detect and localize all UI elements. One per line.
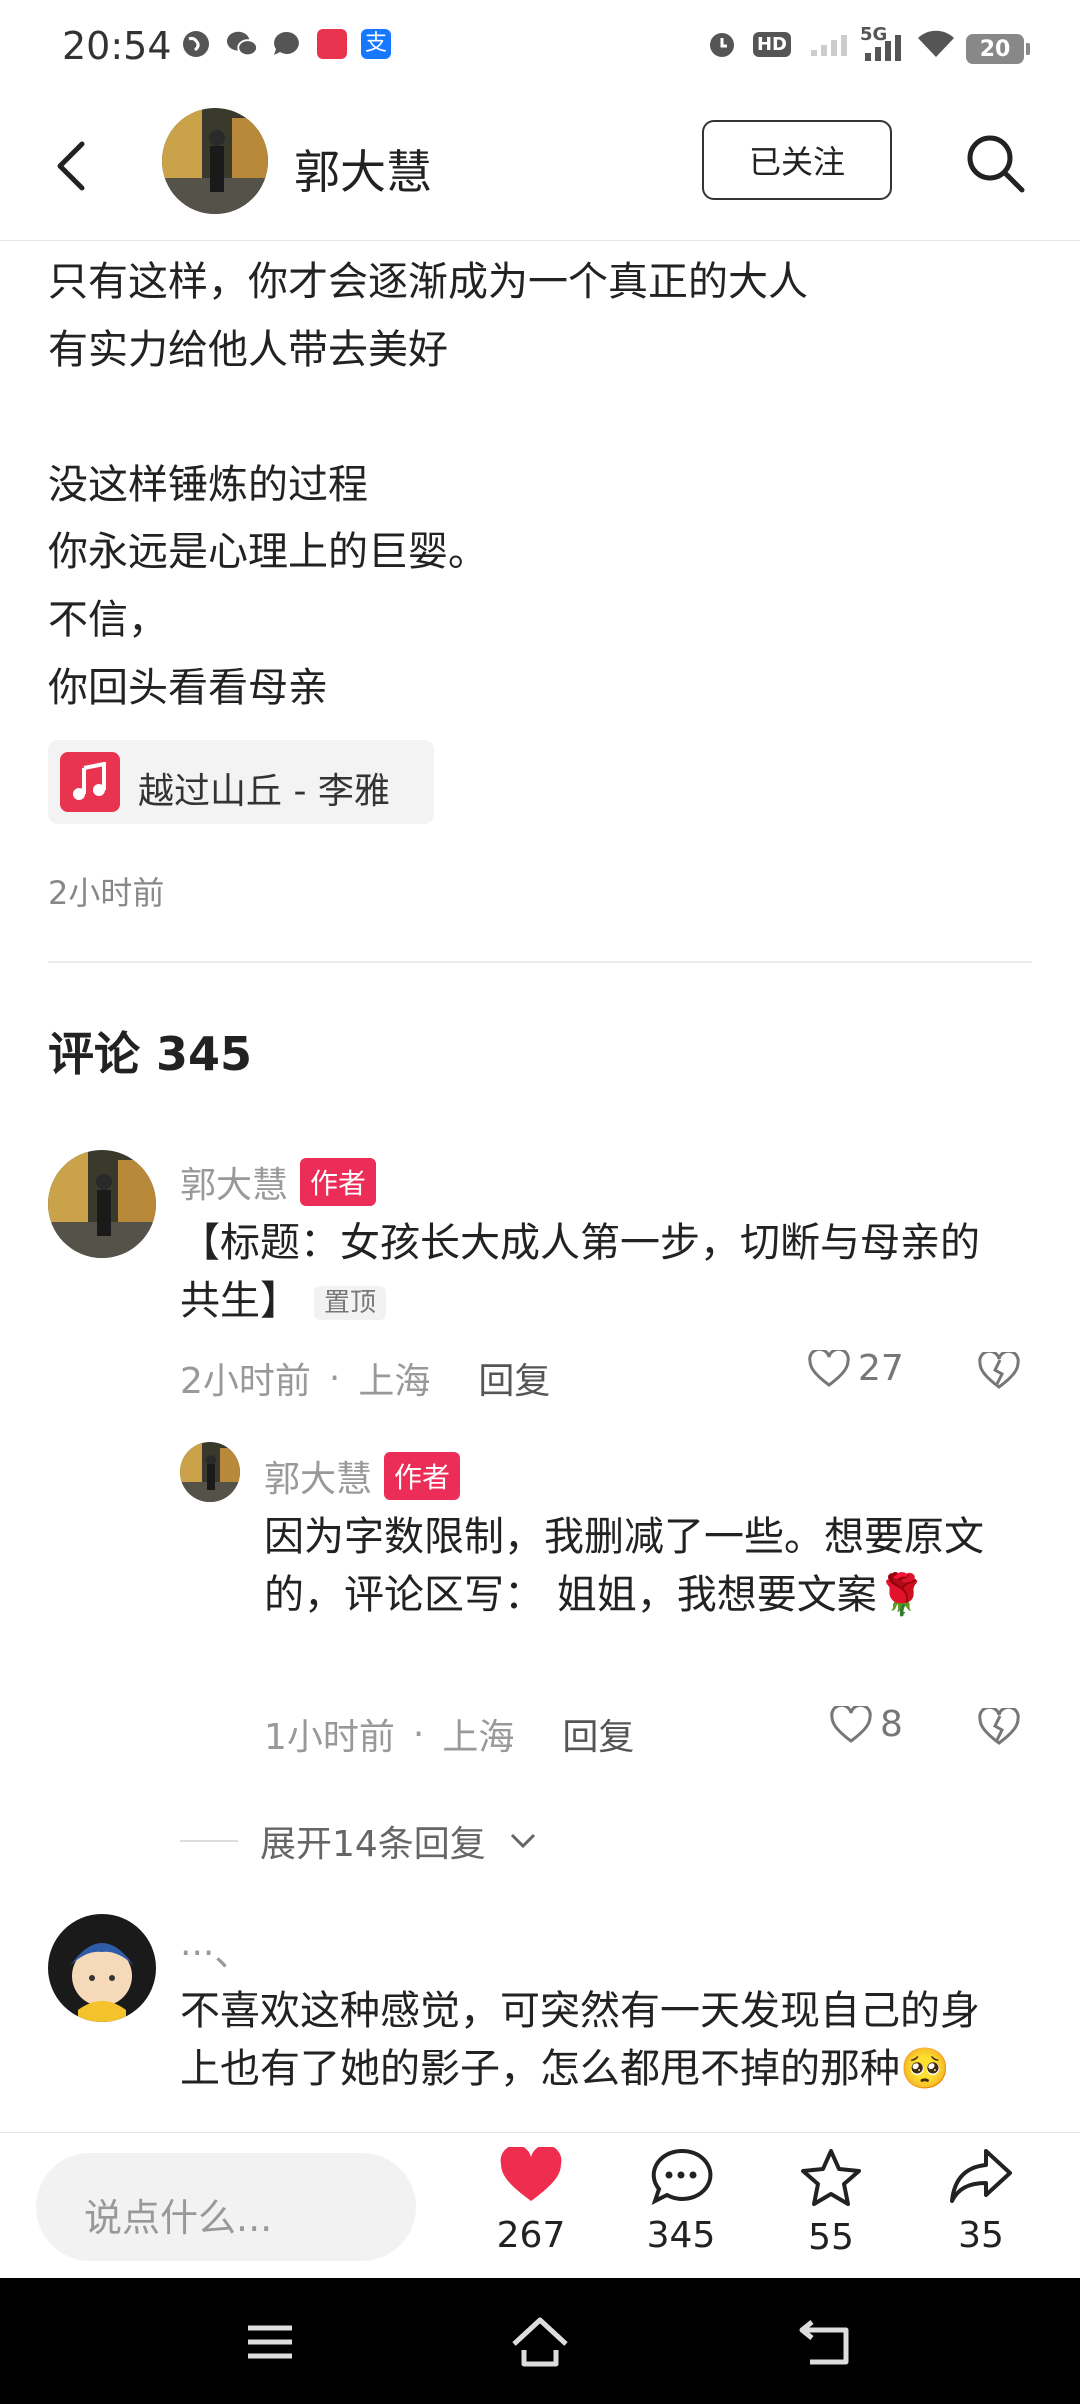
expand-replies-label: 展开14条回复 [260, 1824, 486, 1865]
comment-item: 郭大慧 作者 【标题：女孩长大成人第一步，切断与母亲的共生】 置顶 2小时前 · … [0, 1140, 1080, 1402]
comment-time: 2小时前 [180, 1361, 311, 1402]
like-count: 8 [880, 1704, 903, 1745]
dislike-icon[interactable] [978, 1705, 1020, 1750]
music-label: 越过山丘 - 李雅 [138, 771, 390, 812]
comment-text: 因为字数限制，我删减了一些。想要原文的，评论区写： 姐姐，我想要文案🌹 [264, 1514, 984, 1618]
meta-separator: · [328, 1357, 341, 1399]
signal-1-icon [810, 28, 850, 60]
home-icon[interactable] [510, 2314, 570, 2370]
share-arrow-icon [950, 2149, 1012, 2203]
post-line-5: 不信， [48, 597, 168, 643]
post-time: 2小时前 [48, 874, 165, 912]
message-icon [270, 28, 302, 60]
commenter-avatar[interactable] [48, 1914, 156, 2022]
author-name[interactable]: 郭大慧 [294, 136, 432, 202]
like-total: 267 [496, 2215, 566, 2256]
battery-level: 20 [979, 36, 1011, 62]
comment-total: 345 [646, 2215, 716, 2256]
globe-icon [180, 28, 212, 60]
commenter-name[interactable]: 郭大慧 [264, 1450, 372, 1502]
heart-outline-icon [808, 1349, 850, 1387]
xiaohongshu-icon [316, 28, 348, 60]
reply-item: 郭大慧 作者 因为字数限制，我删减了一些。想要原文的，评论区写： 姐姐，我想要文… [0, 1436, 1080, 1766]
music-note-icon [60, 752, 120, 812]
favorite-button[interactable]: 55 [776, 2147, 886, 2258]
comments-title: 评论 345 [48, 1027, 253, 1081]
comment-input-placeholder: 说点什么... [84, 2196, 273, 2240]
comment-button[interactable]: 345 [626, 2147, 736, 2256]
hd-icon: HD [750, 28, 794, 60]
comment-like-button[interactable]: 8 [830, 1704, 903, 1745]
reply-button[interactable]: 回复 [562, 1708, 634, 1760]
post-line-4: 你永远是心理上的巨婴。 [48, 529, 488, 575]
comment-input[interactable]: 说点什么... [36, 2153, 416, 2261]
bottom-action-bar: 说点什么... 267 345 55 35 [0, 2132, 1080, 2279]
commenter-name[interactable]: 郭大慧 [180, 1156, 288, 1208]
alipay-icon: 支 [360, 28, 392, 60]
divider [48, 961, 1032, 963]
comment-location: 上海 [442, 1717, 515, 1758]
back-icon[interactable] [44, 136, 104, 196]
commenter-name[interactable]: ···、 [180, 1924, 250, 1976]
comment-location: 上海 [358, 1361, 431, 1402]
comment-time: 1小时前 [264, 1717, 395, 1758]
expand-line [180, 1840, 238, 1842]
system-nav-bar [0, 2278, 1080, 2404]
reply-button[interactable]: 回复 [478, 1352, 550, 1404]
heart-filled-icon [500, 2145, 562, 2201]
menu-icon[interactable] [240, 2314, 300, 2370]
favorite-total: 55 [808, 2217, 854, 2258]
post-line-3: 没这样锤炼的过程 [48, 462, 368, 508]
pinned-badge: 置顶 [314, 1286, 387, 1320]
wechat-icon [226, 28, 258, 60]
post-line-6: 你回头看看母亲 [48, 665, 328, 711]
follow-button[interactable]: 已关注 [702, 120, 892, 200]
alarm-icon [706, 28, 738, 60]
post-line-1: 只有这样，你才会逐渐成为一个真正的大人 [48, 259, 808, 305]
like-button[interactable]: 267 [476, 2145, 586, 2256]
battery-icon: 20 [966, 34, 1030, 64]
top-header: 郭大慧 已关注 [0, 96, 1080, 241]
author-badge: 作者 [384, 1452, 461, 1500]
like-count: 27 [858, 1348, 904, 1389]
share-total: 35 [958, 2215, 1004, 2256]
comment-like-button[interactable]: 27 [808, 1348, 904, 1389]
heart-outline-icon [830, 1705, 872, 1743]
signal-5g-icon: 5G [860, 24, 906, 61]
comment-item: ···、 不喜欢这种感觉，可突然有一天发现自己的身上也有了她的影子，怎么都甩不掉… [0, 1912, 1080, 2132]
author-badge: 作者 [300, 1158, 377, 1206]
expand-replies-button[interactable]: 展开14条回复 [180, 1815, 538, 1867]
comment-body: 【标题：女孩长大成人第一步，切断与母亲的共生】 [180, 1220, 980, 1324]
comment-text: 不喜欢这种感觉，可突然有一天发现自己的身上也有了她的影子，怎么都甩不掉的那种🥺 [180, 1988, 980, 2092]
status-bar: 20:54 支 HD 5G 20 [0, 0, 1080, 96]
dislike-icon[interactable] [978, 1349, 1020, 1394]
status-time: 20:54 [62, 24, 172, 68]
search-icon[interactable] [962, 130, 1028, 196]
commenter-avatar[interactable] [48, 1150, 156, 1258]
star-icon [801, 2149, 861, 2206]
wifi-icon [916, 28, 956, 60]
author-avatar[interactable] [162, 108, 268, 214]
post-line-2: 有实力给他人带去美好 [48, 327, 448, 373]
back-nav-icon[interactable] [796, 2314, 856, 2370]
comment-bubble-icon [651, 2148, 713, 2205]
music-tag[interactable]: 越过山丘 - 李雅 [48, 740, 434, 824]
meta-separator: · [412, 1713, 425, 1755]
comment-text: 【标题：女孩长大成人第一步，切断与母亲的共生】 置顶 [180, 1214, 1010, 1332]
commenter-avatar[interactable] [180, 1442, 240, 1502]
share-button[interactable]: 35 [926, 2147, 1036, 2256]
network-label: 5G [860, 24, 888, 45]
chevron-down-icon [510, 1833, 535, 1849]
